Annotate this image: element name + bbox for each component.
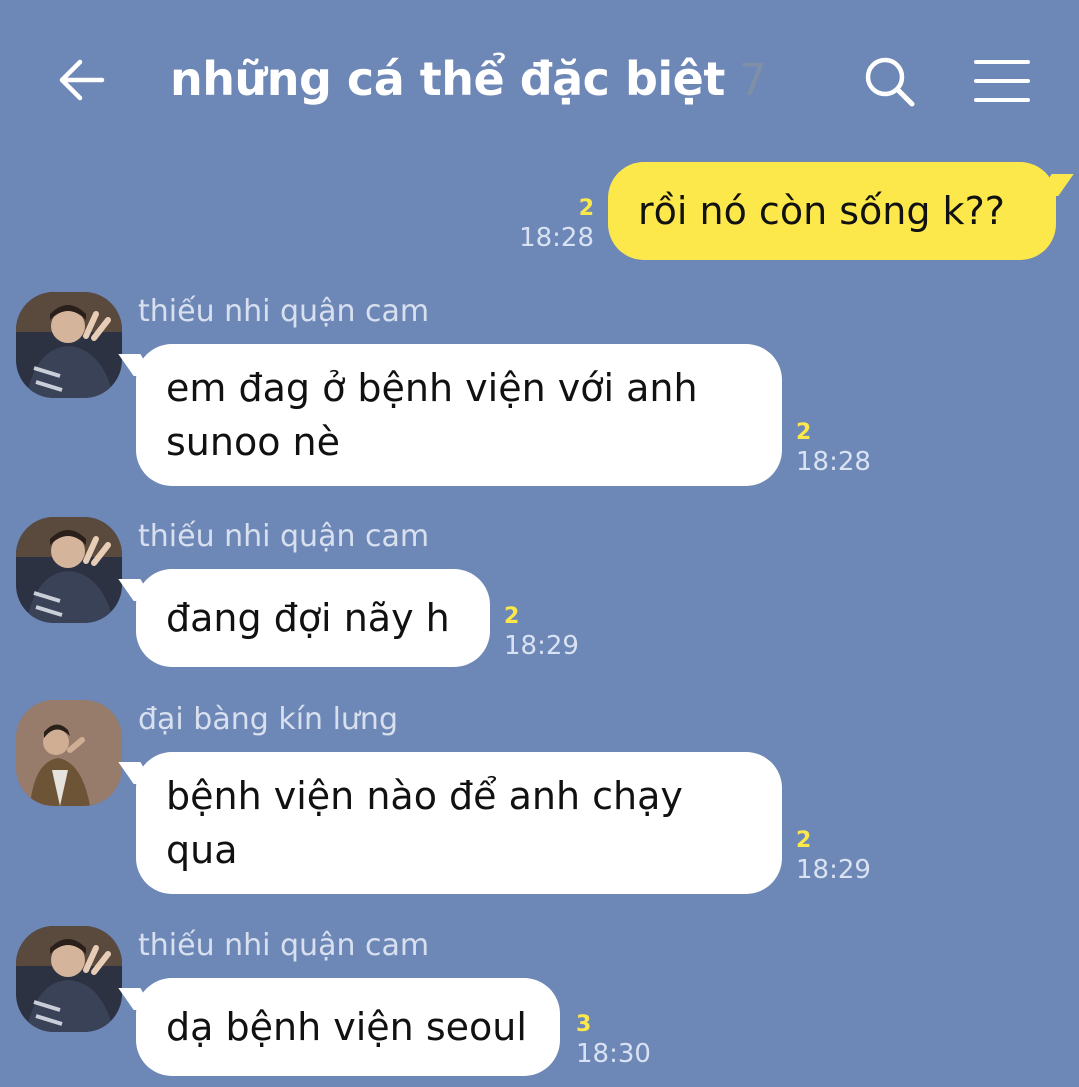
their-message-bubble[interactable]: đang đợi nãy h <box>136 569 490 667</box>
their-message-bubble[interactable]: bệnh viện nào để anh chạy qua <box>136 752 782 894</box>
avatar-photo-icon <box>16 926 122 1032</box>
avatar-photo-icon <box>16 700 122 806</box>
message-text: bệnh viện nào để anh chạy qua <box>166 769 683 877</box>
avatar[interactable] <box>16 292 122 398</box>
chat-title: những cá thể đặc biệt 7 <box>170 52 767 106</box>
unread-count: 3 <box>576 1012 592 1037</box>
message-meta: 2 18:29 <box>504 604 579 661</box>
unread-count: 2 <box>578 196 594 221</box>
message-meta: 2 18:29 <box>796 828 871 885</box>
arrow-left-icon <box>59 59 105 101</box>
message-time: 18:28 <box>796 447 871 477</box>
message-line: em đag ở bệnh viện với anh <box>166 366 698 410</box>
message-time: 18:29 <box>796 855 871 885</box>
message-time: 18:29 <box>504 631 579 661</box>
unread-count: 2 <box>504 604 520 629</box>
message-meta: 2 18:28 <box>500 196 594 253</box>
menu-button[interactable] <box>970 52 1034 112</box>
message-line: bệnh viện nào để anh chạy <box>166 774 683 818</box>
message-text: dạ bệnh viện seoul <box>166 1005 527 1049</box>
unread-count: 2 <box>796 420 812 445</box>
my-message-bubble[interactable]: rồi nó còn sống k?? <box>608 162 1056 260</box>
search-button[interactable] <box>860 52 920 112</box>
sender-name: thiếu nhi quận cam <box>138 519 430 554</box>
message-line: sunoo nè <box>166 420 341 464</box>
sender-name: thiếu nhi quận cam <box>138 294 430 329</box>
their-message-bubble[interactable]: em đag ở bệnh viện với anh sunoo nè <box>136 344 782 486</box>
message-text: em đag ở bệnh viện với anh sunoo nè <box>166 361 698 469</box>
avatar-photo-icon <box>16 517 122 623</box>
chat-header: những cá thể đặc biệt 7 <box>0 0 1079 160</box>
avatar[interactable] <box>16 926 122 1032</box>
their-message-bubble[interactable]: dạ bệnh viện seoul <box>136 978 560 1076</box>
avatar-photo-icon <box>16 292 122 398</box>
search-icon <box>865 57 915 107</box>
member-count: 7 <box>738 55 767 106</box>
unread-count: 2 <box>796 828 812 853</box>
chat-title-text: những cá thể đặc biệt <box>170 52 725 106</box>
message-text: rồi nó còn sống k?? <box>638 189 1005 233</box>
back-button[interactable] <box>52 50 112 110</box>
sender-name: đại bàng kín lưng <box>138 702 398 737</box>
message-time: 18:28 <box>519 223 594 253</box>
hamburger-menu-icon <box>974 60 1030 102</box>
message-meta: 3 18:30 <box>576 1012 651 1069</box>
avatar[interactable] <box>16 517 122 623</box>
message-text: đang đợi nãy h <box>166 596 450 640</box>
message-line: qua <box>166 828 238 872</box>
message-time: 18:30 <box>576 1039 651 1069</box>
message-meta: 2 18:28 <box>796 420 871 477</box>
avatar[interactable] <box>16 700 122 806</box>
sender-name: thiếu nhi quận cam <box>138 928 430 963</box>
